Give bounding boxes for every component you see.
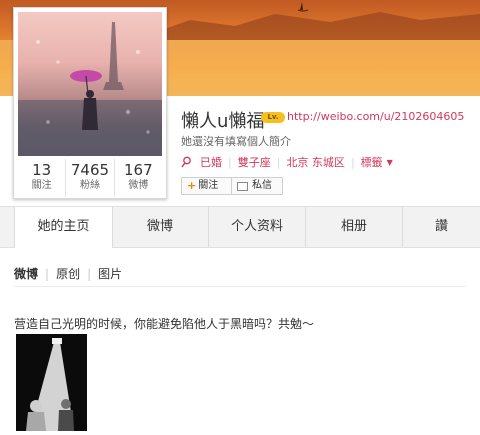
filter-original[interactable]: 原创	[56, 265, 80, 282]
follow-button[interactable]: + 關注	[181, 177, 233, 195]
tab-album[interactable]: 相册	[306, 207, 403, 247]
plus-icon: +	[187, 179, 197, 192]
location[interactable]: 北京 东城区	[286, 154, 345, 170]
vip-badge[interactable]: Lv.	[261, 112, 285, 123]
divider: |	[276, 155, 281, 169]
count-label: 關注	[31, 180, 52, 191]
avatar[interactable]	[18, 12, 162, 156]
post-text: 营造自己光明的时候，你能避免陷他人于黑暗吗？共勉～	[14, 317, 315, 331]
profile-bio: 她還沒有填寫個人簡介	[181, 135, 291, 148]
section-divider	[14, 286, 466, 287]
tab-profile-info[interactable]: 个人资料	[209, 207, 306, 247]
message-button[interactable]: 私信	[231, 177, 283, 195]
envelope-icon	[237, 181, 248, 191]
filter-weibo[interactable]: 微博	[14, 265, 38, 282]
count-value: 13	[32, 161, 52, 179]
profile-name: 懶人u懶福	[181, 111, 265, 132]
relationship-status[interactable]: 已婚	[200, 154, 222, 170]
count-posts[interactable]: 167 微博	[115, 159, 162, 197]
avatar-picture	[18, 22, 162, 156]
post-image[interactable]	[16, 334, 87, 431]
tab-likes[interactable]: 讚	[403, 207, 480, 247]
tab-weibo[interactable]: 微博	[112, 207, 209, 247]
divider: |	[228, 155, 232, 169]
profile-counts: 13 關注 7465 粉絲 167 微博	[18, 159, 162, 197]
tags-dropdown[interactable]: 標籤	[361, 154, 383, 170]
count-value: 7465	[70, 161, 110, 179]
post-picture	[16, 334, 87, 431]
tab-home[interactable]: 她的主页	[14, 207, 113, 248]
zodiac-sign[interactable]: 雙子座	[238, 154, 271, 170]
avatar-card: 13 關注 7465 粉絲 167 微博	[13, 7, 167, 199]
divider: |	[45, 266, 50, 281]
profile-info-row: 已婚 | 雙子座 | 北京 东城区 | 標籤 ▼	[181, 154, 393, 170]
count-label: 微博	[128, 180, 149, 191]
filter-pictures[interactable]: 图片	[98, 265, 122, 282]
profile-url-link[interactable]: http://weibo.com/u/2102604605	[287, 110, 464, 123]
count-following[interactable]: 13 關注	[18, 159, 67, 197]
follow-label: 關注	[198, 180, 219, 191]
message-label: 私信	[252, 180, 272, 191]
profile-tabs: 她的主页 微博 个人资料 相册 讚	[0, 206, 480, 248]
count-followers[interactable]: 7465 粉絲	[66, 159, 115, 197]
location-pin-icon	[181, 156, 191, 168]
divider: |	[350, 155, 355, 169]
chevron-down-icon[interactable]: ▼	[387, 158, 393, 167]
divider: |	[87, 266, 92, 281]
count-value: 167	[124, 161, 153, 179]
feed-filter-nav: 微博 | 原创 | 图片	[14, 265, 122, 282]
count-label: 粉絲	[79, 180, 100, 191]
